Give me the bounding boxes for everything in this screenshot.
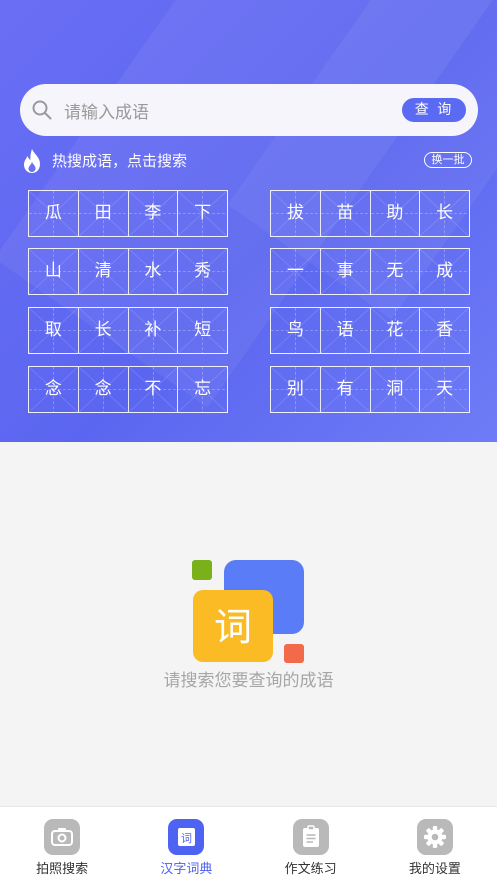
idiom-char: 香 — [436, 320, 454, 340]
idiom-char: 成 — [436, 261, 454, 281]
idiom-item[interactable]: 别有洞天 — [270, 366, 470, 413]
idiom-item[interactable]: 一事无成 — [270, 248, 470, 295]
idiom-char-cell: 秀 — [178, 249, 227, 294]
idiom-char-cell: 忘 — [178, 367, 227, 412]
header-banner: 请输入成语 查 询 热搜成语，点击搜索 换一批 瓜田李下拔苗助长山清水秀一事无成… — [0, 0, 497, 442]
idiom-char-cell: 长 — [420, 191, 469, 236]
idiom-char: 念 — [44, 379, 62, 399]
refresh-button[interactable]: 换一批 — [424, 152, 472, 168]
idiom-char-cell: 语 — [320, 308, 371, 353]
fire-icon — [24, 149, 40, 173]
idiom-char-cell: 念 — [78, 367, 129, 412]
idiom-char: 助 — [386, 203, 404, 223]
idiom-char-cell: 香 — [420, 308, 469, 353]
idiom-char: 一 — [286, 261, 304, 281]
empty-message: 请搜索您要查询的成语 — [163, 671, 334, 691]
idiom-char: 鸟 — [286, 320, 304, 340]
camera-icon — [44, 819, 81, 855]
idiom-char-cell: 长 — [78, 308, 129, 353]
idiom-char-cell: 不 — [128, 367, 179, 412]
idiom-char-cell: 念 — [29, 367, 79, 412]
idiom-char: 水 — [144, 261, 162, 281]
idiom-char: 长 — [94, 320, 112, 340]
idiom-char-cell: 事 — [320, 249, 371, 294]
idiom-item[interactable]: 拔苗助长 — [270, 190, 470, 237]
idiom-char-cell: 山 — [29, 249, 79, 294]
search-icon — [32, 100, 52, 120]
tab-my-settings[interactable]: 我的设置 — [373, 807, 497, 883]
idiom-char-cell: 补 — [128, 308, 179, 353]
idiom-char: 长 — [436, 203, 454, 223]
idiom-char-cell: 瓜 — [29, 191, 79, 236]
idiom-char-cell: 助 — [370, 191, 421, 236]
idiom-char: 补 — [144, 320, 162, 340]
tab-dictionary[interactable]: 词 汉字词典 — [124, 807, 248, 883]
idiom-char: 取 — [44, 320, 62, 340]
idiom-item[interactable]: 念念不忘 — [28, 366, 228, 413]
idiom-char: 不 — [144, 379, 162, 399]
tab-essay-practice[interactable]: 作文练习 — [249, 807, 373, 883]
idiom-item[interactable]: 山清水秀 — [28, 248, 228, 295]
idiom-char-cell: 鸟 — [271, 308, 321, 353]
idiom-char-cell: 成 — [420, 249, 469, 294]
bottom-tab-bar: 拍照搜索 词 汉字词典 作文练习 我的设置 — [0, 806, 497, 883]
idiom-char: 秀 — [194, 261, 212, 281]
tab-photo-search[interactable]: 拍照搜索 — [0, 807, 124, 883]
idiom-item[interactable]: 取长补短 — [28, 307, 228, 354]
hot-search-header: 热搜成语，点击搜索 换一批 — [20, 148, 478, 174]
idiom-char: 田 — [94, 203, 112, 223]
idiom-char: 瓜 — [44, 203, 62, 223]
idiom-char: 山 — [44, 261, 62, 281]
idiom-char-cell: 别 — [271, 367, 321, 412]
search-input[interactable]: 请输入成语 — [64, 98, 149, 123]
notebook-icon — [292, 819, 329, 855]
idiom-char: 清 — [94, 261, 112, 281]
tab-label: 拍照搜索 — [36, 862, 89, 877]
search-button[interactable]: 查 询 — [402, 98, 466, 122]
idiom-char: 无 — [386, 261, 404, 281]
illus-char: 词 — [214, 605, 252, 649]
idiom-char: 忘 — [194, 379, 212, 399]
idiom-char-cell: 短 — [178, 308, 227, 353]
idiom-char-cell: 李 — [128, 191, 179, 236]
idiom-item[interactable]: 鸟语花香 — [270, 307, 470, 354]
tab-label: 汉字词典 — [160, 862, 213, 877]
idiom-char: 李 — [144, 203, 162, 223]
dictionary-icon-char: 词 — [181, 832, 192, 845]
idiom-char: 念 — [94, 379, 112, 399]
idiom-char: 苗 — [336, 203, 354, 223]
idiom-char-cell: 苗 — [320, 191, 371, 236]
gear-icon — [416, 819, 453, 855]
idiom-char: 拔 — [286, 203, 304, 223]
idiom-char: 别 — [286, 379, 304, 399]
tab-label: 作文练习 — [284, 862, 337, 877]
idiom-char-cell: 洞 — [370, 367, 421, 412]
idiom-char-cell: 田 — [78, 191, 129, 236]
idiom-char-cell: 拔 — [271, 191, 321, 236]
idiom-char: 有 — [336, 379, 354, 399]
idiom-char: 语 — [336, 320, 354, 340]
empty-state: 词 请搜索您要查询的成语 — [0, 442, 497, 806]
idiom-char-cell: 花 — [370, 308, 421, 353]
dictionary-illustration-icon: 词 — [192, 560, 304, 663]
idiom-item[interactable]: 瓜田李下 — [28, 190, 228, 237]
idiom-char: 洞 — [386, 379, 404, 399]
idiom-char-cell: 一 — [271, 249, 321, 294]
idiom-char-cell: 取 — [29, 308, 79, 353]
hot-search-label: 热搜成语，点击搜索 — [52, 152, 188, 170]
idiom-char-cell: 天 — [420, 367, 469, 412]
idiom-char: 短 — [194, 320, 212, 340]
tab-label: 我的设置 — [408, 862, 461, 877]
idiom-char: 花 — [386, 320, 404, 340]
search-bar[interactable]: 请输入成语 查 询 — [20, 84, 478, 136]
idiom-char-cell: 清 — [78, 249, 129, 294]
idiom-char: 天 — [436, 379, 454, 399]
idiom-char: 下 — [194, 203, 212, 223]
idiom-char-cell: 水 — [128, 249, 179, 294]
idiom-char: 事 — [336, 261, 354, 281]
dictionary-icon: 词 — [168, 819, 205, 855]
idiom-char-cell: 下 — [178, 191, 227, 236]
idiom-char-cell: 无 — [370, 249, 421, 294]
idiom-char-cell: 有 — [320, 367, 371, 412]
